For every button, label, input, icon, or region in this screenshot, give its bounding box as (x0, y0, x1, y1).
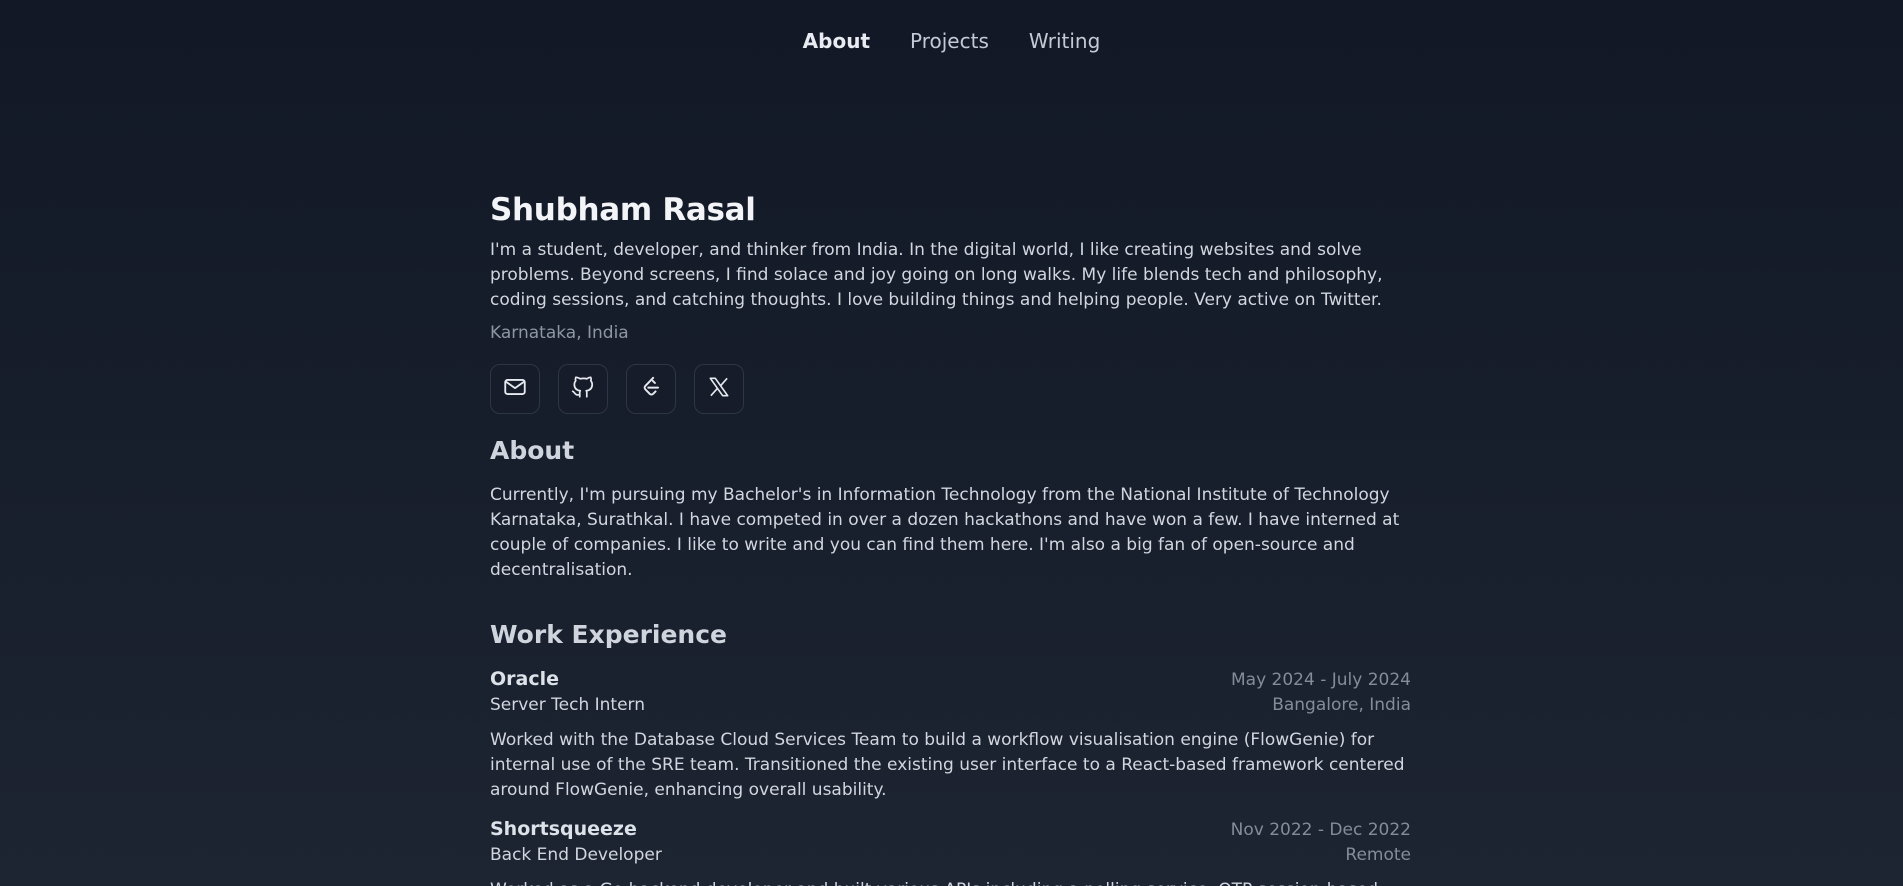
job-role: Server Tech Intern (490, 695, 646, 715)
job-company: Shortsqueeze (490, 818, 637, 840)
nav-link-about[interactable]: About (803, 24, 870, 58)
github-icon (570, 374, 596, 404)
job-location: Remote (1345, 845, 1411, 865)
top-nav: About Projects Writing (0, 24, 1903, 58)
job-dates: Nov 2022 - Dec 2022 (1230, 820, 1411, 840)
job-dates: May 2024 - July 2024 (1231, 670, 1411, 690)
leetcode-icon (638, 374, 664, 404)
about-text: Currently, I'm pursuing my Bachelor's in… (490, 485, 1400, 580)
job-company: Oracle (490, 668, 560, 690)
job-description: Worked as a Go backend developer and bui… (490, 878, 1411, 886)
x-twitter-button[interactable] (694, 364, 744, 414)
nav-link-writing[interactable]: Writing (1029, 24, 1100, 58)
job-description: Worked with the Database Cloud Services … (490, 730, 1405, 800)
mail-icon (502, 374, 528, 404)
github-button[interactable] (558, 364, 608, 414)
profile-location: Karnataka, India (490, 323, 629, 343)
profile-intro: I'm a student, developer, and thinker fr… (490, 240, 1383, 310)
x-twitter-icon (706, 374, 732, 404)
job-location: Bangalore, India (1272, 695, 1411, 715)
email-button[interactable] (490, 364, 540, 414)
work-experience-heading: Work Experience (490, 620, 727, 649)
job-entry-shortsqueeze: Shortsqueeze Nov 2022 - Dec 2022 Back En… (490, 817, 1411, 886)
leetcode-button[interactable] (626, 364, 676, 414)
nav-link-projects[interactable]: Projects (910, 24, 989, 58)
job-entry-oracle: Oracle May 2024 - July 2024 Server Tech … (490, 667, 1411, 803)
about-heading: About (490, 436, 575, 465)
job-role: Back End Developer (490, 845, 662, 865)
social-links (490, 364, 1411, 414)
main-content: Shubham Rasal I'm a student, developer, … (490, 188, 1411, 886)
profile-name: Shubham Rasal (490, 192, 756, 228)
